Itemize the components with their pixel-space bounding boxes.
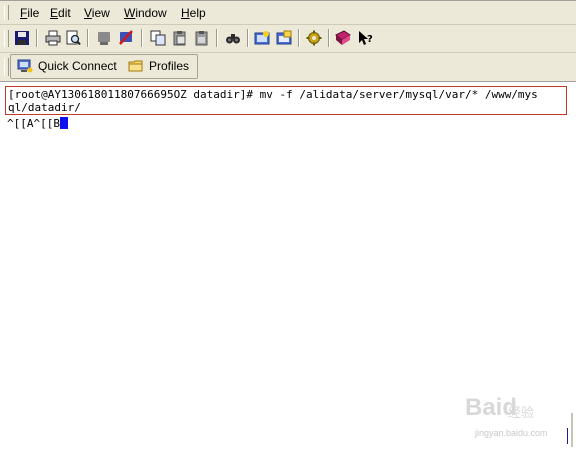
menu-bar: File Edit View Window Help (0, 1, 576, 25)
menu-view[interactable]: View (84, 6, 110, 20)
profiles-label: Profiles (149, 59, 190, 73)
print-icon (45, 30, 61, 46)
find-icon (226, 34, 240, 44)
copy-button[interactable] (148, 28, 168, 48)
context-help-icon: ? (359, 31, 373, 45)
menu-window[interactable]: Window (124, 6, 167, 20)
disconnect-all-button[interactable] (116, 28, 136, 48)
help-topics-button[interactable] (333, 28, 353, 48)
disconnect-button[interactable] (94, 28, 114, 48)
toolbar-separator (328, 29, 330, 47)
toolbar-separator (216, 29, 218, 47)
connect-toolbar: Quick Connect Profiles (0, 53, 576, 82)
paste-alt-button[interactable] (192, 28, 212, 48)
toolbar-separator (87, 29, 89, 47)
toolbar-separator (141, 29, 143, 47)
terminal-line-command: [root@AY13061801180766695OZ datadir]# mv… (8, 88, 538, 101)
terminal-scrollbar[interactable] (568, 83, 576, 450)
terminal-area[interactable]: [root@AY13061801180766695OZ datadir]# mv… (1, 83, 568, 450)
ssh-client-window: File Edit View Window Help ? Quick Conne… (0, 0, 576, 453)
terminal-input-text: ^[[A^[[B (7, 117, 60, 130)
quick-connect-label: Quick Connect (38, 59, 117, 73)
find-button[interactable] (223, 28, 243, 48)
menu-edit[interactable]: Edit (50, 6, 71, 20)
terminal-cursor (59, 117, 68, 129)
new-file-transfer-icon (254, 31, 270, 45)
menu-bar-grip[interactable] (4, 5, 9, 20)
scrollbar-thumb[interactable] (567, 428, 568, 444)
new-file-transfer-button[interactable] (252, 28, 272, 48)
paste-button[interactable] (170, 28, 190, 48)
save-button[interactable] (12, 28, 32, 48)
save-icon (15, 31, 29, 45)
profiles-button[interactable]: Profiles (128, 57, 189, 75)
svg-text:?: ? (367, 34, 373, 45)
print-preview-button[interactable] (63, 28, 83, 48)
disconnect-all-icon (119, 30, 133, 45)
scrollbar-track[interactable] (571, 413, 573, 447)
toolbar-grip[interactable] (4, 30, 9, 47)
paste-alt-icon (195, 31, 208, 46)
settings-icon (306, 30, 322, 46)
connect-toolbar-grip[interactable] (4, 58, 9, 76)
toolbar-separator (36, 29, 38, 47)
quick-connect-button[interactable]: Quick Connect (17, 57, 117, 75)
print-button[interactable] (43, 28, 63, 48)
print-preview-icon (66, 30, 81, 46)
settings-button[interactable] (304, 28, 324, 48)
new-window-button[interactable] (274, 28, 294, 48)
disconnect-icon (98, 32, 110, 45)
main-toolbar: ? (0, 25, 576, 53)
new-window-icon (276, 30, 292, 45)
menu-help[interactable]: Help (181, 6, 206, 20)
computer-icon (17, 59, 33, 73)
copy-icon (150, 30, 166, 46)
toolbar-separator (247, 29, 249, 47)
menu-file[interactable]: File (20, 6, 39, 20)
help-topics-icon (335, 30, 351, 45)
terminal-line-command-wrap: ql/datadir/ (8, 101, 81, 114)
context-help-button[interactable]: ? (355, 28, 375, 48)
folder-icon (128, 60, 143, 72)
paste-icon (173, 31, 186, 46)
terminal-line-input: ^[[A^[[B (7, 117, 68, 131)
toolbar-separator (298, 29, 300, 47)
